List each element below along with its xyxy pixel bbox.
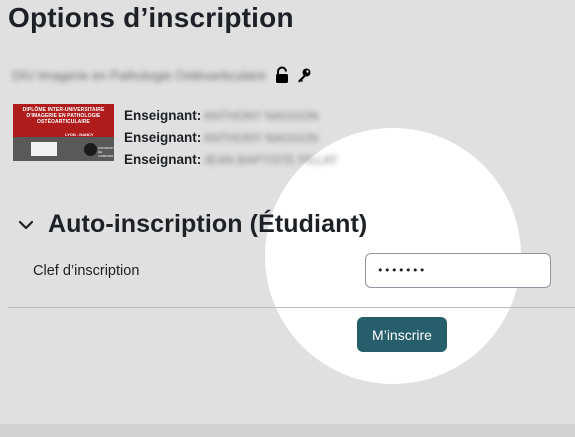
teacher-list: Enseignant: ANTHONY NAGGON Enseignant: A… <box>124 108 338 174</box>
teacher-role: Enseignant: <box>124 130 202 145</box>
lorraine-logo <box>84 143 97 156</box>
teacher-row: Enseignant: JEAN BAPTISTE PILLAT <box>124 152 338 174</box>
teacher-role: Enseignant: <box>124 152 202 167</box>
chevron-down-icon[interactable] <box>18 220 34 230</box>
enrolment-key-label: Clef d’inscription <box>33 263 140 279</box>
course-image: DIPLÔME INTER-UNIVERSITAIRE D'IMAGERIE E… <box>13 104 114 161</box>
page-footer-band <box>0 424 575 437</box>
teacher-name[interactable]: ANTHONY NAGGON <box>203 108 318 123</box>
divider <box>8 307 575 308</box>
course-image-banner-text: DIPLÔME INTER-UNIVERSITAIRE D'IMAGERIE E… <box>22 107 105 125</box>
teacher-row: Enseignant: ANTHONY NAGGON <box>124 130 338 152</box>
course-heading: DIU Imagerie en Pathologie Ostéoarticula… <box>12 66 312 84</box>
teacher-name[interactable]: JEAN BAPTISTE PILLAT <box>203 152 337 167</box>
teacher-name[interactable]: ANTHONY NAGGON <box>203 130 318 145</box>
lyon1-logo <box>31 142 57 156</box>
course-name[interactable]: DIU Imagerie en Pathologie Ostéoarticula… <box>12 68 266 83</box>
enrol-me-button[interactable]: M’inscrire <box>357 317 447 352</box>
teacher-role: Enseignant: <box>124 108 202 123</box>
unlock-icon <box>274 66 290 84</box>
enrolment-key-input[interactable] <box>365 253 551 288</box>
lorraine-logo-text: UNIVERSITÉ DE LORRAINE <box>98 146 114 158</box>
key-icon <box>296 67 312 83</box>
teacher-row: Enseignant: ANTHONY NAGGON <box>124 108 338 130</box>
page-title: Options d’inscription <box>8 2 294 33</box>
self-enrolment-section-header[interactable]: Auto-inscription (Étudiant) <box>18 210 367 239</box>
section-title: Auto-inscription (Étudiant) <box>48 210 368 238</box>
